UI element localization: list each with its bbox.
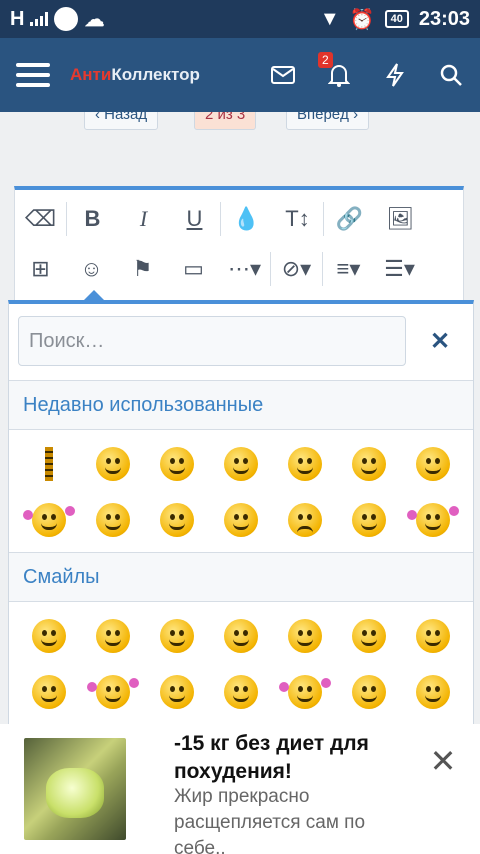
recent-smilies-grid — [17, 444, 467, 556]
ad-text[interactable]: Жир прекрасно расщепляется сам по себе.. — [174, 784, 414, 854]
list-icon[interactable]: ☰▾ — [374, 249, 425, 289]
bell-icon[interactable]: 2 — [318, 52, 352, 88]
emoji-search-input[interactable]: Поиск… — [18, 316, 406, 366]
recent-section-header: Недавно использованные — [9, 380, 473, 430]
smiley-item[interactable] — [337, 616, 401, 656]
italic-icon[interactable]: I — [118, 199, 169, 239]
clock: 23:03 — [418, 7, 470, 30]
smiley-item[interactable] — [337, 672, 401, 712]
hide-icon[interactable]: ⊘▾ — [271, 249, 322, 289]
ad-image[interactable] — [24, 738, 126, 840]
smiley-item[interactable] — [17, 444, 81, 484]
smiley-item[interactable] — [273, 616, 337, 656]
editor-toolbar: ⌫ B I U 💧 T↕ 🔗 🖼 ⊞ ☺ ⚑ ▭ ⋯▾ ⊘▾ ≡▾ ☰▾ — [14, 186, 464, 306]
smiley-item[interactable] — [401, 672, 465, 712]
link-icon[interactable]: 🔗 — [324, 199, 375, 239]
mail-icon[interactable] — [270, 62, 296, 88]
eraser-icon[interactable]: ⌫ — [15, 199, 66, 239]
pagination: ‹ Назад 2 из 3 Вперёд › — [0, 112, 480, 132]
smiley-item[interactable] — [145, 672, 209, 712]
search-icon[interactable] — [438, 62, 464, 88]
smiley-item[interactable] — [17, 616, 81, 656]
smiley-item[interactable] — [145, 616, 209, 656]
smilies-section-header: Смайлы — [9, 552, 473, 602]
smiley-item[interactable] — [209, 500, 273, 540]
cloud-icon: ☁ — [84, 8, 105, 31]
pager-next-button[interactable]: Вперёд › — [286, 112, 370, 130]
ad-title[interactable]: -15 кг без диет для похудения! — [174, 730, 424, 786]
smiley-item[interactable] — [337, 500, 401, 540]
smiley-item[interactable] — [337, 444, 401, 484]
notification-dot-icon — [54, 7, 79, 31]
smiley-icon[interactable]: ☺ — [66, 249, 117, 289]
smiley-item[interactable] — [273, 444, 337, 484]
smiley-item[interactable] — [17, 500, 81, 540]
pager-prev-button[interactable]: ‹ Назад — [84, 112, 159, 130]
smiley-item[interactable] — [209, 672, 273, 712]
menu-icon[interactable] — [16, 63, 50, 87]
battery-icon: 40 — [384, 10, 409, 28]
underline-icon[interactable]: U — [169, 199, 220, 239]
smiley-item[interactable] — [401, 444, 465, 484]
notification-badge: 2 — [318, 52, 333, 68]
smiley-item[interactable] — [17, 672, 81, 712]
smiley-item[interactable] — [145, 444, 209, 484]
smilies-grid — [17, 616, 467, 728]
emoji-popup: Поиск… ✕ Недавно использованные Смайлы — [8, 300, 474, 730]
smiley-item[interactable] — [273, 672, 337, 712]
smiley-item[interactable] — [209, 444, 273, 484]
smiley-item[interactable] — [401, 500, 465, 540]
status-bar: H ☁ ▼ ⏰ 40 23:03 — [0, 0, 480, 38]
color-drop-icon[interactable]: 💧 — [221, 199, 272, 239]
smiley-item[interactable] — [273, 500, 337, 540]
lightning-icon[interactable] — [382, 62, 408, 88]
smiley-item[interactable] — [401, 616, 465, 656]
close-icon[interactable]: ✕ — [423, 324, 457, 358]
popup-caret — [84, 290, 104, 300]
smiley-item[interactable] — [145, 500, 209, 540]
more-icon[interactable]: ⋯▾ — [219, 249, 270, 289]
smiley-item[interactable] — [81, 444, 145, 484]
network-type: H — [10, 7, 25, 30]
pager-current: 2 из 3 — [194, 112, 257, 130]
alarm-icon: ⏰ — [349, 8, 375, 31]
site-logo[interactable]: АнтиКоллектор — [70, 65, 200, 85]
signal-icon — [30, 12, 49, 26]
smiley-item[interactable] — [81, 672, 145, 712]
smiley-item[interactable] — [81, 500, 145, 540]
video-icon[interactable]: ⊞ — [15, 249, 66, 289]
ad-close-icon[interactable]: ✕ — [428, 743, 458, 779]
smiley-item[interactable] — [81, 616, 145, 656]
wifi-icon: ▼ — [319, 7, 340, 30]
text-size-icon[interactable]: T↕ — [272, 199, 323, 239]
ad-banner[interactable]: -15 кг без диет для похудения! Жир прекр… — [0, 724, 480, 854]
align-icon[interactable]: ≡▾ — [323, 249, 374, 289]
image-icon[interactable]: 🖼 — [375, 199, 426, 239]
app-header: АнтиКоллектор 2 — [0, 38, 480, 112]
flag-icon[interactable]: ⚑ — [117, 249, 168, 289]
smiley-item[interactable] — [209, 616, 273, 656]
media-icon[interactable]: ▭ — [168, 249, 219, 289]
bold-icon[interactable]: B — [67, 199, 118, 239]
